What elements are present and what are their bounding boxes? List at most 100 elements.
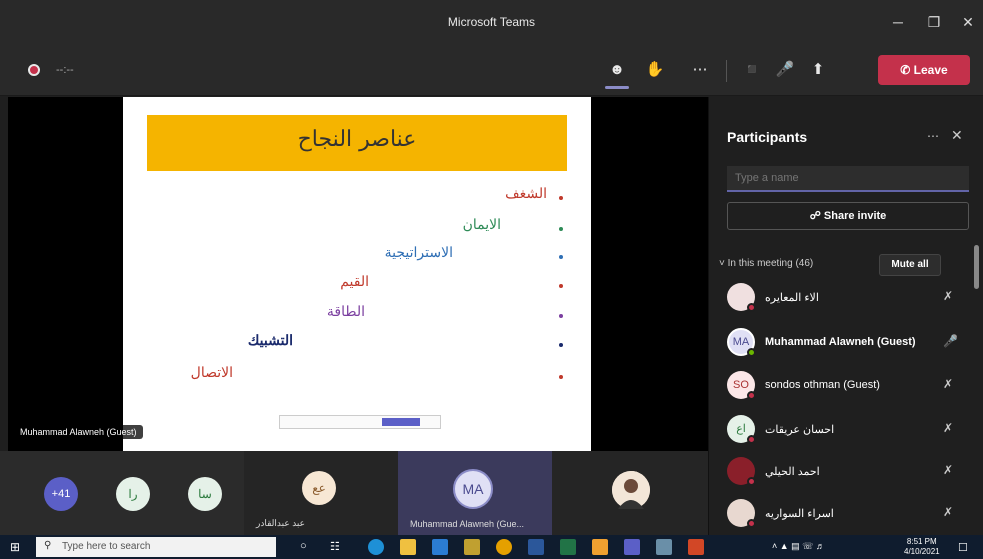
bullet-item: الاستراتيجية — [384, 245, 453, 261]
mic-off-icon[interactable]: 🎤 — [773, 58, 797, 82]
clock-time: 8:51 PM — [906, 537, 937, 546]
participant-name: احسان عريقات — [765, 424, 835, 436]
taskbar-clock[interactable]: 8:51 PM 4/10/2021 — [904, 537, 940, 557]
shared-slide: عناصر النجاح الشغف الايمان الاستراتيجية … — [123, 97, 591, 451]
in-meeting-heading: In this meeting (46) — [727, 258, 814, 269]
camera-off-icon[interactable]: ◾ — [740, 58, 764, 82]
bullet-dot — [559, 284, 563, 288]
participants-panel: Participants ⋯ ✕ ☍ Share invite ˅ In thi… — [708, 97, 983, 535]
status-icon — [747, 391, 756, 400]
participant-tile-label: Muhammad Alawneh (Gue... — [410, 519, 525, 529]
window-title: Microsoft Teams — [447, 15, 536, 29]
raise-hand-icon[interactable]: ✋ — [643, 58, 667, 82]
mic-muted-icon: ✗ — [943, 505, 954, 519]
close-panel-icon[interactable]: ✕ — [951, 127, 963, 144]
clock-date: 4/10/2021 — [904, 547, 940, 556]
minimize-icon[interactable]: ─ — [888, 12, 908, 32]
close-icon[interactable]: ✕ — [958, 12, 978, 32]
video-gallery: +41 را سا عع عبد عبدالقادر MA Muhammad A… — [0, 451, 708, 535]
participant-tile[interactable]: عع عبد عبدالقادر — [244, 451, 398, 535]
notifications-icon[interactable]: ☐ — [958, 541, 968, 554]
restore-icon[interactable]: ❐ — [924, 12, 944, 32]
participant-name: احمد الحيلي — [765, 466, 820, 478]
slide-title-banner: عناصر النجاح — [147, 115, 567, 171]
teams-icon[interactable] — [624, 539, 640, 555]
participant-photo — [612, 471, 650, 509]
status-icon — [747, 303, 756, 312]
participant-row[interactable]: MA Muhammad Alawneh (Guest) 🎤 — [723, 326, 968, 360]
participant-row[interactable]: SO sondos othman (Guest) ✗ — [723, 369, 968, 403]
slide-title: عناصر النجاح — [297, 127, 417, 152]
leave-button[interactable]: ✆ Leave — [878, 55, 970, 85]
bullet-dot — [559, 343, 563, 347]
presenter-name-tag: Muhammad Alawneh (Guest) — [14, 425, 143, 439]
in-meeting-section-header[interactable]: ˅ In this meeting (46) — [719, 258, 813, 269]
bullet-dot — [559, 375, 563, 379]
participant-avatar: MA — [453, 469, 493, 509]
meeting-toolbar: --:-- ☻ ✋ ⋯ ◾ 🎤 ⬆ ✆ Leave — [0, 44, 983, 96]
participant-search-input[interactable] — [727, 166, 969, 192]
bullet-item: الاتصال — [190, 365, 233, 381]
participant-name: الاء المعايره — [765, 292, 819, 304]
participant-row[interactable]: الاء المعايره ✗ — [723, 281, 968, 315]
status-icon — [747, 435, 756, 444]
participant-name: Muhammad Alawneh (Guest) — [765, 336, 916, 348]
word-icon[interactable] — [528, 539, 544, 555]
stop-sharing-button[interactable] — [382, 418, 420, 426]
status-icon — [747, 348, 756, 357]
participant-row[interactable]: احمد الحيلي ✗ — [723, 455, 968, 489]
participant-name: اسراء السواريه — [765, 508, 834, 520]
bullet-item: التشبيك — [247, 333, 293, 349]
panel-title: Participants — [727, 129, 808, 145]
app-icon[interactable] — [464, 539, 480, 555]
task-view-icon[interactable]: ☷ — [330, 540, 340, 553]
file-explorer-icon[interactable] — [400, 539, 416, 555]
mic-muted-icon: ✗ — [943, 421, 954, 435]
participant-avatar[interactable]: سا — [188, 477, 222, 511]
bullet-item: الايمان — [462, 217, 501, 233]
bullet-dot — [559, 314, 563, 318]
mic-muted-icon: ✗ — [943, 377, 954, 391]
status-icon — [747, 519, 756, 528]
chrome-icon[interactable] — [496, 539, 512, 555]
share-invite-button[interactable]: ☍ Share invite — [727, 202, 969, 230]
windows-taskbar: ⊞ Type here to search ⚲ ○ ☷ ˄ ▲ ▤ ☏ ♬ 8:… — [0, 535, 983, 559]
participant-tile[interactable] — [552, 451, 708, 535]
app-icon[interactable] — [656, 539, 672, 555]
participant-name: sondos othman (Guest) — [765, 379, 880, 391]
cortana-icon[interactable]: ○ — [300, 540, 307, 552]
panel-scrollbar[interactable] — [974, 245, 979, 289]
system-tray-icons[interactable]: ˄ ▲ ▤ ☏ ♬ — [772, 541, 825, 552]
meeting-timer: --:-- — [56, 64, 74, 76]
bullet-item: الطاقة — [326, 304, 365, 320]
participant-avatar: عع — [302, 471, 336, 505]
overflow-participants-button[interactable]: +41 — [44, 477, 78, 511]
excel-icon[interactable] — [560, 539, 576, 555]
more-options-icon[interactable]: ⋯ — [927, 129, 939, 143]
mic-muted-icon: ✗ — [943, 463, 954, 477]
bullet-dot — [559, 227, 563, 231]
mic-muted-icon: ✗ — [943, 289, 954, 303]
leave-label: Leave — [913, 63, 948, 77]
recording-icon — [28, 64, 40, 76]
search-icon: ⚲ — [44, 540, 52, 551]
participant-row[interactable]: اع احسان عريقات ✗ — [723, 413, 968, 447]
participant-avatar[interactable]: را — [116, 477, 150, 511]
more-actions-icon[interactable]: ⋯ — [688, 58, 712, 82]
share-tray-icon[interactable]: ⬆ — [806, 58, 830, 82]
powerpoint-icon[interactable] — [688, 539, 704, 555]
windows-start-icon[interactable]: ⊞ — [10, 540, 20, 554]
taskbar-search-input[interactable]: Type here to search — [36, 537, 276, 557]
title-bar: Microsoft Teams ─ ❐ ✕ — [0, 0, 983, 44]
edge-icon[interactable] — [368, 539, 384, 555]
app-icon[interactable] — [592, 539, 608, 555]
share-invite-label: Share invite — [823, 210, 887, 222]
bullet-item: القيم — [340, 274, 369, 290]
mute-all-button[interactable]: Mute all — [879, 254, 941, 276]
sharing-indicator-bar — [279, 415, 441, 429]
active-speaker-tile[interactable]: MA Muhammad Alawneh (Gue... — [398, 451, 552, 535]
participants-icon[interactable]: ☻ — [605, 58, 629, 82]
mail-icon[interactable] — [432, 539, 448, 555]
mic-on-icon: 🎤 — [943, 334, 958, 348]
participant-row[interactable]: اسراء السواريه ✗ — [723, 497, 968, 531]
